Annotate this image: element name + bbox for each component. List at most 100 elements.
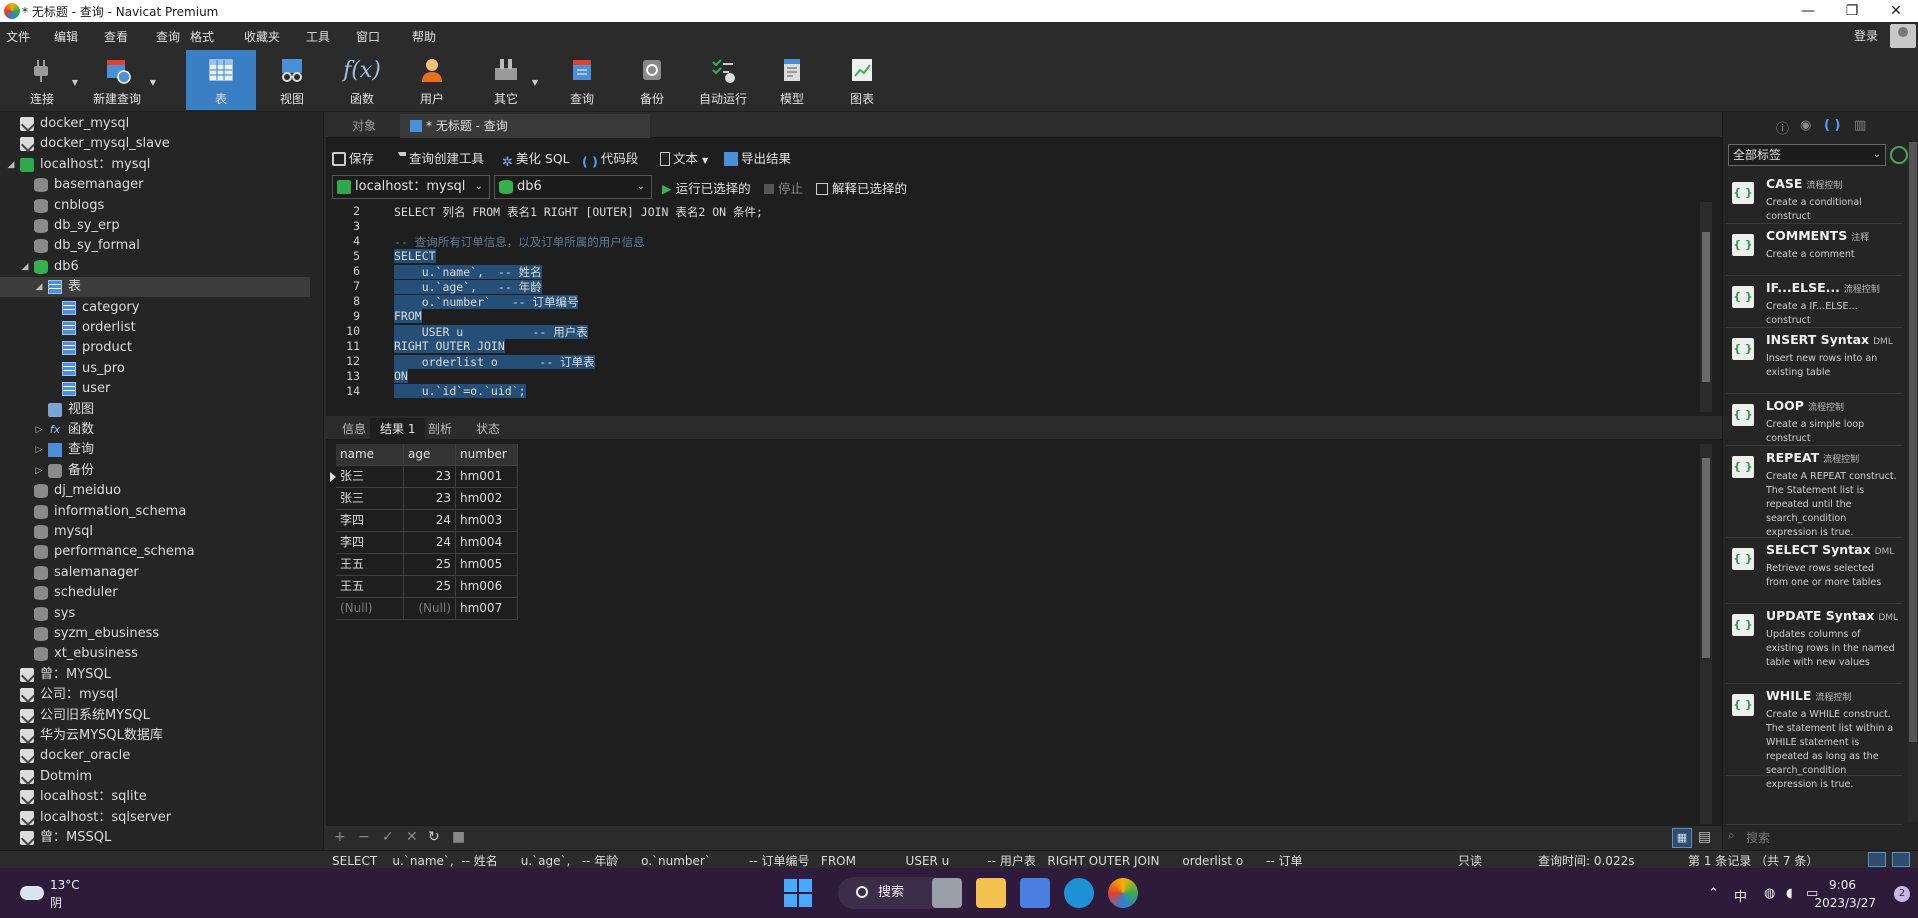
tree-item[interactable]: category bbox=[0, 298, 310, 318]
menu-favorites[interactable]: 收藏夹 bbox=[244, 28, 280, 45]
delete-record-button[interactable]: − bbox=[358, 829, 370, 845]
menu-file[interactable]: 文件 bbox=[6, 28, 30, 45]
column-header[interactable]: number bbox=[456, 444, 518, 466]
tree-item[interactable]: 曾：MSSQL bbox=[0, 828, 310, 848]
grid-cell[interactable]: hm003 bbox=[456, 510, 518, 532]
sql-editor[interactable]: 2 SELECT 列名 FROM 表名1 RIGHT [OUTER] JOIN 表… bbox=[326, 202, 1700, 414]
code-line[interactable]: u.`age`, -- 年龄 bbox=[394, 279, 542, 295]
code-snippet-button[interactable]: ( ) 代码段 bbox=[582, 148, 638, 169]
navicat-taskbar-icon[interactable] bbox=[1108, 878, 1138, 908]
template-icon[interactable]: ▥ bbox=[1854, 118, 1866, 133]
column-header[interactable]: name bbox=[336, 444, 404, 466]
code-line[interactable]: u.`id`=o.`uid`; bbox=[394, 384, 526, 398]
snippet-scrollbar[interactable] bbox=[1908, 142, 1918, 822]
tree-item[interactable]: syzm_ebusiness bbox=[0, 624, 310, 644]
code-line[interactable]: orderlist o -- 订单表 bbox=[394, 354, 595, 370]
notification-badge[interactable]: 2 bbox=[1894, 886, 1910, 902]
code-line[interactable]: SELECT bbox=[394, 249, 436, 263]
code-line[interactable]: SELECT 列名 FROM 表名1 RIGHT [OUTER] JOIN 表名… bbox=[394, 204, 763, 220]
network-icon[interactable]: ◍ bbox=[1764, 886, 1775, 901]
tree-item[interactable]: ▷ 备份 bbox=[0, 461, 310, 481]
beautify-sql-button[interactable]: ✲ 美化 SQL bbox=[502, 148, 570, 170]
tree-expand-icon[interactable]: ◢ bbox=[6, 155, 16, 175]
ime-indicator[interactable]: 中 bbox=[1734, 886, 1747, 905]
snippet-item[interactable]: { } COMMENTS 注释 Create a comment bbox=[1726, 224, 1902, 276]
code-line[interactable]: o.`number` -- 订单编号 bbox=[394, 294, 579, 310]
snippet-item[interactable]: { } REPEAT 流程控制 Create A REPEAT construct. … bbox=[1726, 446, 1902, 538]
tree-item[interactable]: ▷ 查询 bbox=[0, 440, 310, 460]
menu-tools[interactable]: 工具 bbox=[306, 28, 330, 45]
grid-cell[interactable]: hm002 bbox=[456, 488, 518, 510]
menu-window[interactable]: 窗口 bbox=[356, 28, 380, 45]
tree-item[interactable]: basemanager bbox=[0, 175, 310, 195]
panel-toggle-button[interactable] bbox=[1868, 852, 1886, 867]
code-line[interactable]: -- 查询所有订单信息，以及订单所属的用户信息 bbox=[394, 234, 645, 250]
tree-item[interactable]: orderlist bbox=[0, 318, 310, 338]
edge-icon[interactable] bbox=[1064, 878, 1094, 908]
grid-cell[interactable]: 张三 bbox=[336, 488, 404, 510]
tab-objects[interactable]: 对象 bbox=[342, 114, 386, 138]
tree-item[interactable]: 曾：MYSQL bbox=[0, 665, 310, 685]
backup-button[interactable]: 备份 bbox=[630, 50, 674, 110]
code-line[interactable]: RIGHT OUTER JOIN bbox=[394, 339, 505, 353]
snippet-item[interactable]: { } LOOP 流程控制 Create a simple loop construc… bbox=[1726, 394, 1902, 446]
tree-item[interactable]: 视图 bbox=[0, 400, 310, 420]
grid-cell[interactable]: 25 bbox=[404, 554, 456, 576]
tree-item[interactable]: ◢ db6 bbox=[0, 257, 310, 277]
weather-widget[interactable]: 13°C 阴 bbox=[16, 876, 116, 910]
panel-toggle-button-2[interactable] bbox=[1892, 852, 1910, 867]
tab-status[interactable]: 状态 bbox=[466, 418, 510, 440]
other-button[interactable]: 其它 ▼ bbox=[484, 50, 538, 110]
explain-selected-button[interactable]: 解释已选择的 bbox=[816, 178, 907, 197]
tree-expand-icon[interactable]: ▷ bbox=[34, 440, 44, 460]
login-link[interactable]: 登录 bbox=[1854, 27, 1878, 44]
tree-item[interactable]: scheduler bbox=[0, 583, 310, 603]
tree-item[interactable]: xt_ebusiness bbox=[0, 644, 310, 664]
view-button[interactable]: 视图 bbox=[270, 50, 314, 110]
grid-cell[interactable]: hm004 bbox=[456, 532, 518, 554]
snippet-item[interactable]: { } IF...ELSE... 流程控制 Create a IF...ELSE...… bbox=[1726, 276, 1902, 328]
volume-icon[interactable]: ◖ bbox=[1786, 886, 1793, 901]
tree-item[interactable]: docker_oracle bbox=[0, 746, 310, 766]
code-line[interactable]: u.`name`, -- 姓名 bbox=[394, 264, 542, 280]
tree-item[interactable]: 公司旧系统MYSQL bbox=[0, 706, 310, 726]
query-button[interactable]: 查询 bbox=[560, 50, 604, 110]
stop-load-button[interactable]: ■ bbox=[452, 829, 465, 845]
tree-item[interactable]: docker_mysql bbox=[0, 114, 310, 134]
tree-item[interactable]: localhost：sqlserver bbox=[0, 808, 310, 828]
tree-item[interactable]: db_sy_erp bbox=[0, 216, 310, 236]
function-button[interactable]: f(x) 函数 bbox=[340, 50, 384, 110]
chevron-down-icon[interactable]: ▼ bbox=[150, 78, 156, 87]
tag-filter-select[interactable]: 全部标签 ⌄ bbox=[1728, 144, 1886, 166]
chevron-down-icon[interactable]: ▼ bbox=[532, 78, 538, 87]
grid-cell[interactable]: (Null) bbox=[336, 598, 404, 620]
grid-cell[interactable]: 24 bbox=[404, 532, 456, 554]
tree-item[interactable]: product bbox=[0, 338, 310, 358]
tree-item[interactable]: localhost：sqlite bbox=[0, 787, 310, 807]
close-button[interactable]: ✕ bbox=[1874, 0, 1918, 22]
snippet-item[interactable]: { } UPDATE Syntax DML Updates columns of ex… bbox=[1726, 604, 1902, 684]
code-line[interactable]: FROM bbox=[394, 309, 422, 323]
refresh-snippets-icon[interactable] bbox=[1890, 146, 1908, 164]
start-button[interactable] bbox=[783, 878, 813, 908]
discard-changes-button[interactable]: ✕ bbox=[406, 829, 418, 845]
grid-cell[interactable]: 王五 bbox=[336, 576, 404, 598]
tree-item[interactable]: salemanager bbox=[0, 563, 310, 583]
editor-scrollbar[interactable] bbox=[1700, 202, 1712, 412]
tree-item[interactable]: ◢ localhost：mysql bbox=[0, 155, 310, 175]
menu-edit[interactable]: 编辑 bbox=[54, 28, 78, 45]
menu-format[interactable]: 格式 bbox=[190, 28, 214, 45]
tree-expand-icon[interactable]: ◢ bbox=[34, 277, 44, 297]
snippet-item[interactable]: { } WHILE 流程控制 Create a WHILE construct. Th… bbox=[1726, 684, 1902, 790]
snippet-search[interactable]: ⌕ 搜索 bbox=[1726, 824, 1902, 846]
chevron-down-icon[interactable]: ▼ bbox=[72, 78, 78, 87]
connect-button[interactable]: 连接 ▼ bbox=[16, 50, 78, 110]
task-view-icon[interactable] bbox=[932, 878, 962, 908]
avatar[interactable] bbox=[1890, 24, 1916, 48]
minimize-button[interactable]: — bbox=[1786, 0, 1830, 22]
tree-item[interactable]: 公司：mysql bbox=[0, 685, 310, 705]
tree-expand-icon[interactable]: ◢ bbox=[20, 257, 30, 277]
add-record-button[interactable]: + bbox=[334, 829, 346, 845]
maximize-button[interactable]: ❐ bbox=[1830, 0, 1874, 22]
tree-item[interactable]: mysql bbox=[0, 522, 310, 542]
